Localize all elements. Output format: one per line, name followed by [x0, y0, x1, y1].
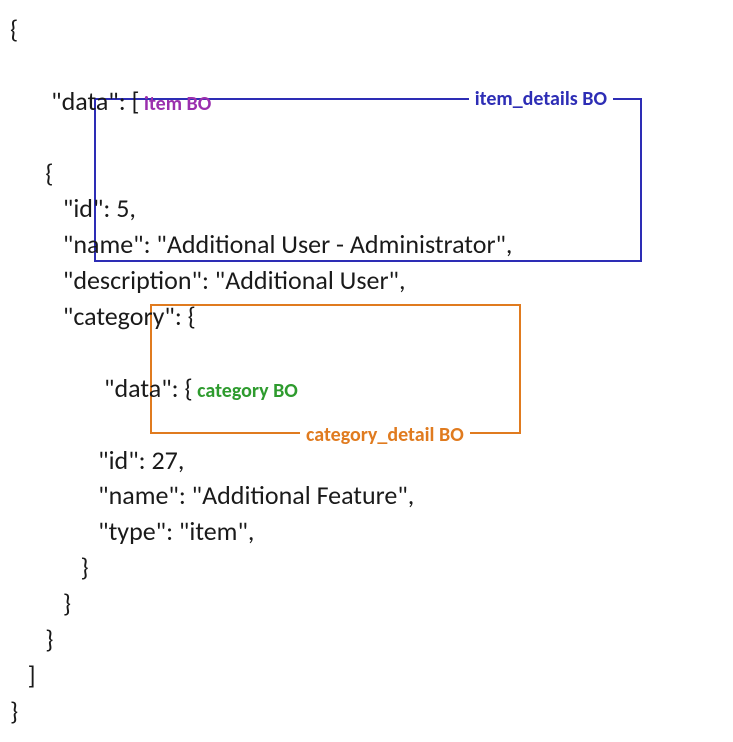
json-line: }	[10, 550, 723, 586]
json-line: "name": "Additional User - Administrator…	[10, 227, 723, 263]
json-line: "data": { category BO	[10, 335, 723, 443]
json-line: "category": {	[10, 299, 723, 335]
json-line: ]	[10, 658, 723, 694]
json-diagram: item_details BO category_detail BO { "da…	[10, 12, 723, 730]
json-line: }	[10, 694, 723, 730]
json-line: "type": "item",	[10, 514, 723, 550]
json-line: "description": "Additional User",	[10, 263, 723, 299]
annotation-item-bo: item BO	[140, 92, 212, 116]
json-line: "id": 27,	[10, 443, 723, 479]
json-line: {	[10, 156, 723, 192]
json-line: {	[10, 12, 723, 48]
annotation-category-bo: category BO	[193, 379, 298, 403]
json-line: "name": "Additional Feature",	[10, 478, 723, 514]
json-text: "data": [	[34, 85, 140, 117]
json-text: "data": {	[34, 372, 193, 404]
json-line: "id": 5,	[10, 191, 723, 227]
json-line: }	[10, 586, 723, 622]
json-line: }	[10, 622, 723, 658]
json-line: "data": [ item BO	[10, 48, 723, 156]
